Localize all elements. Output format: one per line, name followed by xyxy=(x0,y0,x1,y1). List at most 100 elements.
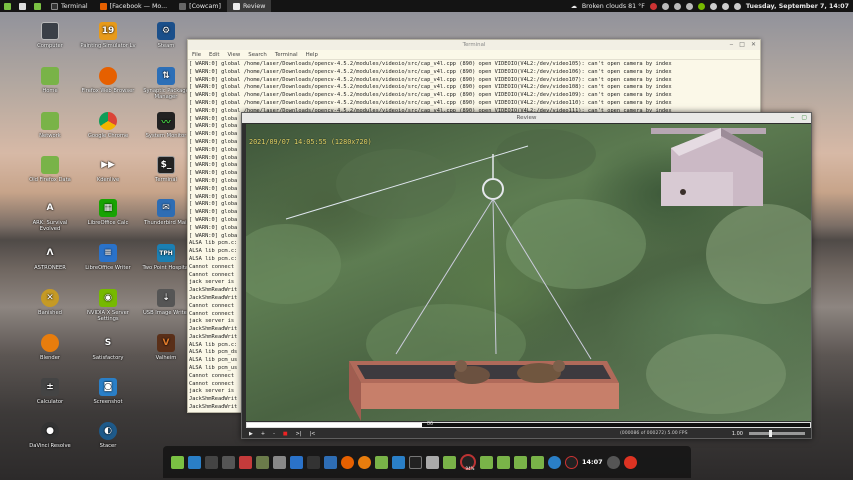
desktop-icon-valheim[interactable]: V Valheim xyxy=(138,334,194,361)
desktop-icon-system-monitor[interactable]: 〰 System Monitor xyxy=(138,112,194,139)
desktop-icon-painting-simulator[interactable]: 19 Painting Simulator Lv xyxy=(80,22,136,49)
speed-control: 1.00 xyxy=(732,430,811,437)
steam-tray-icon[interactable] xyxy=(661,2,669,10)
record-icon[interactable] xyxy=(649,2,657,10)
weather-applet[interactable]: Broken clouds 81 °F xyxy=(582,3,645,10)
menu-button[interactable] xyxy=(0,0,15,12)
previous-frame-button[interactable]: |< xyxy=(309,431,315,437)
play-button[interactable]: ▶ xyxy=(249,431,253,437)
desktop-icon-ark[interactable]: A ARK: Survival Evolved xyxy=(22,199,78,232)
show-desktop-button[interactable] xyxy=(15,0,30,12)
menu-terminal[interactable]: Terminal xyxy=(275,52,298,58)
task-facebook[interactable]: [Facebook — Mo... xyxy=(94,0,174,12)
maximize-icon[interactable]: □ xyxy=(739,40,745,50)
computer-icon xyxy=(41,22,59,40)
task-label: [Facebook — Mo... xyxy=(109,2,168,10)
menu-view[interactable]: View xyxy=(227,52,240,58)
user-icon[interactable] xyxy=(709,2,717,10)
mail-icon[interactable] xyxy=(324,455,337,469)
desktop-icon-home[interactable]: Home xyxy=(22,67,78,94)
speed-slider[interactable] xyxy=(749,430,805,437)
desktop-icon-libreoffice-calc[interactable]: ▦ LibreOffice Calc xyxy=(80,199,136,226)
firefox-icon[interactable] xyxy=(341,455,354,469)
minimize-icon[interactable]: ‒ xyxy=(791,113,795,123)
zoom-out-button[interactable]: - xyxy=(273,431,275,437)
desktop-icon-firefox[interactable]: Firefox Web Browser xyxy=(80,67,136,94)
task-review[interactable]: Review xyxy=(226,0,272,12)
desktop-icon-stacer[interactable]: ◐ Stacer xyxy=(80,422,136,449)
menu-edit[interactable]: Edit xyxy=(209,52,219,58)
folder-icon[interactable] xyxy=(480,455,493,469)
cpu-meter[interactable]: 94% xyxy=(460,454,476,471)
stop-button[interactable]: ■ xyxy=(283,431,288,437)
zoom-in-button[interactable]: + xyxy=(261,431,265,437)
task-terminal[interactable]: Terminal xyxy=(45,0,94,12)
shield-icon[interactable] xyxy=(673,2,681,10)
desktop-icon-screenshot[interactable]: ◙ Screenshot xyxy=(80,378,136,405)
desktop-icon-blender[interactable]: Blender xyxy=(22,334,78,361)
desktop-icon-two-point-hospital[interactable]: TPH Two Point Hospital xyxy=(138,244,194,271)
desktop-icon xyxy=(19,2,26,10)
desktop-icon-chrome[interactable]: Google Chrome xyxy=(80,112,136,139)
menu-search[interactable]: Search xyxy=(248,52,267,58)
desktop-icon-usb-writer[interactable]: ⇣ USB Image Writer xyxy=(138,289,194,316)
terminal-icon[interactable] xyxy=(409,455,422,469)
document-icon[interactable] xyxy=(290,455,303,469)
microphone-icon[interactable] xyxy=(606,455,620,469)
desktop-icon-computer[interactable]: Computer xyxy=(22,22,78,49)
desktop-icon-kdenlive[interactable]: ▶▶ Kdenlive xyxy=(80,156,136,183)
folder-icon[interactable] xyxy=(531,455,544,469)
minimize-icon[interactable]: ‒ xyxy=(729,40,733,50)
folder-icon[interactable] xyxy=(514,455,527,469)
desktop-icon-banished[interactable]: ✕ Banished xyxy=(22,289,78,316)
desktop-icon-nvidia[interactable]: ◉ NVIDIA X Server Settings xyxy=(80,289,136,322)
software-manager-icon[interactable] xyxy=(188,455,201,469)
task-cowcam[interactable]: [Cowcam] xyxy=(173,0,227,12)
mint-menu-icon[interactable] xyxy=(171,455,184,469)
files-icon[interactable] xyxy=(273,455,286,469)
volume-icon[interactable] xyxy=(733,2,741,10)
usb-icon: ⇣ xyxy=(157,289,175,307)
desktop-icon-terminal[interactable]: $_ Terminal xyxy=(138,156,194,183)
gimp-icon[interactable] xyxy=(239,455,252,469)
desktop-icon-synaptic[interactable]: ⇅ Synaptic Package Manager xyxy=(138,67,194,100)
review-titlebar[interactable]: Review ‒ ▢ xyxy=(242,113,811,123)
dashboard-icon[interactable] xyxy=(222,455,235,469)
desktop-icon-calculator[interactable]: ± Calculator xyxy=(22,378,78,405)
notes-icon[interactable] xyxy=(426,455,439,469)
desktop-icon-libreoffice-writer[interactable]: ≡ LibreOffice Writer xyxy=(80,244,136,271)
close-icon[interactable]: ✕ xyxy=(751,40,756,50)
folder-icon[interactable] xyxy=(443,455,456,469)
monitor-icon[interactable] xyxy=(307,455,320,469)
menu-file[interactable]: File xyxy=(192,52,201,58)
photo-icon[interactable] xyxy=(256,455,269,469)
desktop-icon-steam[interactable]: ⚙ Steam xyxy=(138,22,194,49)
update-icon[interactable] xyxy=(685,2,693,10)
clipboard-icon[interactable] xyxy=(205,455,218,469)
desktop-icon-satisfactory[interactable]: S Satisfactory xyxy=(80,334,136,361)
folder-icon[interactable] xyxy=(375,455,388,469)
files-launcher[interactable] xyxy=(30,0,45,12)
power-icon[interactable] xyxy=(623,455,637,469)
review-window[interactable]: Review ‒ ▢ 2021/09/07 14:05:55 (1280x720… xyxy=(241,112,812,439)
clock[interactable]: Tuesday, September 7, 14:07 xyxy=(746,3,849,10)
blender-icon[interactable] xyxy=(358,455,371,469)
next-frame-button[interactable]: >| xyxy=(296,431,302,437)
desktop-icon-davinci-resolve[interactable]: ● DaVinci Resolve xyxy=(22,422,78,449)
accessibility-icon[interactable] xyxy=(548,455,561,469)
seek-bar[interactable]: 86 xyxy=(246,422,811,428)
terminal-line: [ WARN:0] global /home/laser/Downloads/o… xyxy=(189,61,672,67)
icon-label: Valheim xyxy=(155,355,177,361)
maximize-icon[interactable]: ▢ xyxy=(801,113,807,123)
terminal-titlebar[interactable]: Terminal ‒ □ ✕ xyxy=(188,40,760,50)
desktop-icon-astroneer[interactable]: Λ ASTRONEER xyxy=(22,244,78,271)
folder-icon[interactable] xyxy=(497,455,510,469)
desktop-icon-old-firefox-data[interactable]: Old Firefox Data xyxy=(22,156,78,183)
camera-icon[interactable] xyxy=(392,455,405,469)
video-frame[interactable]: 2021/09/07 14:05:55 (1280x720) xyxy=(246,124,811,421)
menu-help[interactable]: Help xyxy=(306,52,318,58)
desktop-icon-network[interactable]: Network xyxy=(22,112,78,139)
desktop-icon-thunderbird[interactable]: ✉ Thunderbird Mail xyxy=(138,199,194,226)
nvidia-icon[interactable] xyxy=(697,2,705,10)
network-icon[interactable] xyxy=(721,2,729,10)
